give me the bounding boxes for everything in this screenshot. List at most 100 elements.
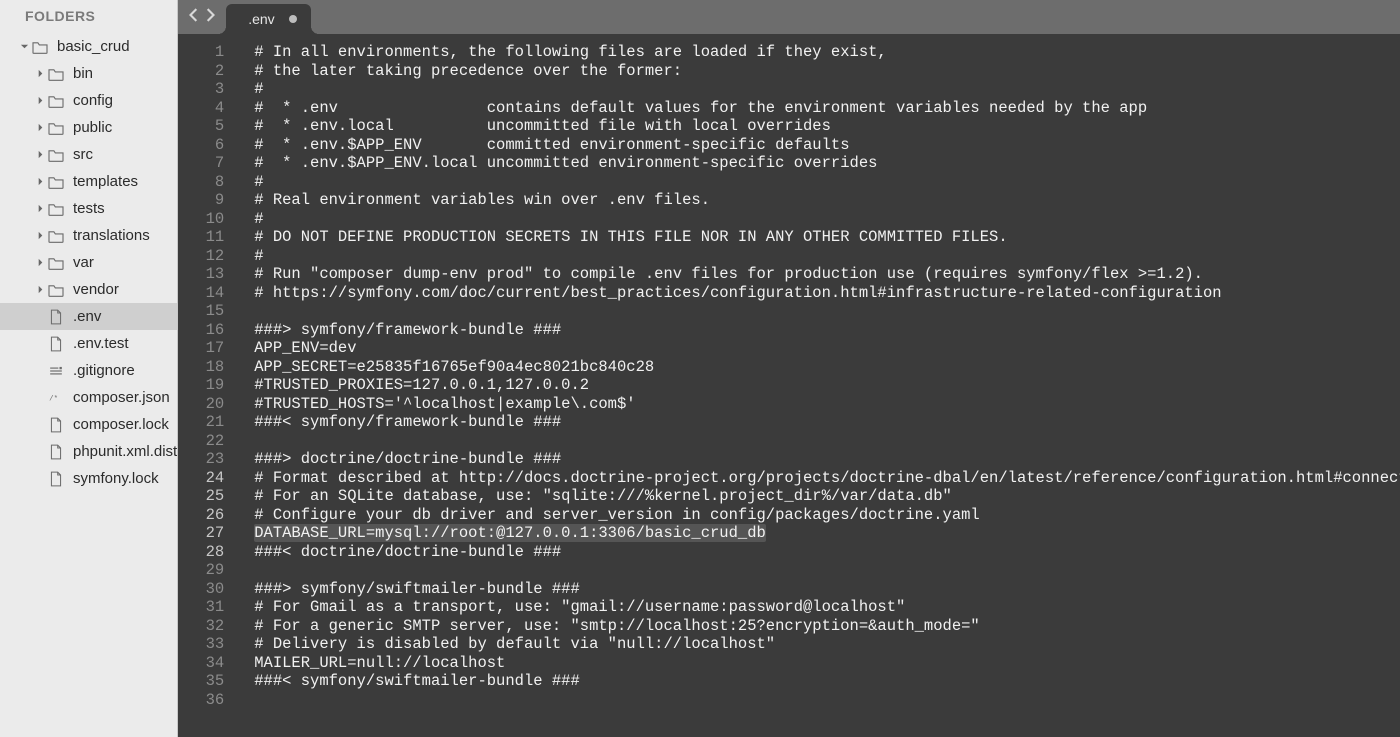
line-number: 18: [178, 358, 236, 377]
file-item-composer-json[interactable]: /*composer.json: [0, 384, 177, 411]
code-text: ###< doctrine/doctrine-bundle ###: [236, 543, 1400, 562]
disclosure-icon: [34, 311, 46, 323]
svg-text:/*: /*: [49, 395, 58, 403]
code-line[interactable]: 26# Configure your db driver and server_…: [178, 506, 1400, 525]
code-line[interactable]: 34MAILER_URL=null://localhost: [178, 654, 1400, 673]
code-line[interactable]: 3#: [178, 80, 1400, 99]
code-line[interactable]: 6# * .env.$APP_ENV committed environment…: [178, 136, 1400, 155]
code-text: DATABASE_URL=mysql://root:@127.0.0.1:330…: [236, 524, 1400, 543]
line-number: 36: [178, 691, 236, 710]
line-number: 27: [178, 524, 236, 543]
line-number: 31: [178, 598, 236, 617]
code-line[interactable]: 14# https://symfony.com/doc/current/best…: [178, 284, 1400, 303]
line-number: 20: [178, 395, 236, 414]
code-line[interactable]: 22: [178, 432, 1400, 451]
code-line[interactable]: 33# Delivery is disabled by default via …: [178, 635, 1400, 654]
code-line[interactable]: 32# For a generic SMTP server, use: "smt…: [178, 617, 1400, 636]
code-text: ###> symfony/framework-bundle ###: [236, 321, 1400, 340]
file-icon: [47, 309, 65, 325]
code-text: # * .env.local uncommitted file with loc…: [236, 117, 1400, 136]
code-line[interactable]: 10#: [178, 210, 1400, 229]
file-item-symfony-lock[interactable]: symfony.lock: [0, 465, 177, 492]
code-line[interactable]: 36: [178, 691, 1400, 710]
code-line[interactable]: 30###> symfony/swiftmailer-bundle ###: [178, 580, 1400, 599]
line-number: 4: [178, 99, 236, 118]
disclosure-icon: [34, 365, 46, 377]
folder-item-bin[interactable]: bin: [0, 60, 177, 87]
code-line[interactable]: 11# DO NOT DEFINE PRODUCTION SECRETS IN …: [178, 228, 1400, 247]
code-line[interactable]: 8#: [178, 173, 1400, 192]
file-item--env[interactable]: .env: [0, 303, 177, 330]
code-line[interactable]: 19#TRUSTED_PROXIES=127.0.0.1,127.0.0.2: [178, 376, 1400, 395]
folder-item-templates[interactable]: templates: [0, 168, 177, 195]
disclosure-icon[interactable]: [34, 68, 46, 80]
disclosure-icon[interactable]: [34, 149, 46, 161]
folder-item-src[interactable]: src: [0, 141, 177, 168]
code-editor[interactable]: 1# In all environments, the following fi…: [178, 34, 1400, 737]
disclosure-icon[interactable]: [34, 284, 46, 296]
code-text: # Format described at http://docs.doctri…: [236, 469, 1400, 488]
file-item-phpunit-xml-dist[interactable]: phpunit.xml.dist: [0, 438, 177, 465]
code-line[interactable]: 4# * .env contains default values for th…: [178, 99, 1400, 118]
line-number: 30: [178, 580, 236, 599]
disclosure-icon[interactable]: [34, 122, 46, 134]
code-line[interactable]: 35###< symfony/swiftmailer-bundle ###: [178, 672, 1400, 691]
line-number: 13: [178, 265, 236, 284]
disclosure-icon[interactable]: [34, 95, 46, 107]
folder-item-tests[interactable]: tests: [0, 195, 177, 222]
code-line[interactable]: 31# For Gmail as a transport, use: "gmai…: [178, 598, 1400, 617]
code-line[interactable]: 2# the later taking precedence over the …: [178, 62, 1400, 81]
line-number: 5: [178, 117, 236, 136]
code-line[interactable]: 12#: [178, 247, 1400, 266]
disclosure-icon[interactable]: [18, 41, 30, 53]
code-line[interactable]: 17APP_ENV=dev: [178, 339, 1400, 358]
code-line[interactable]: 27DATABASE_URL=mysql://root:@127.0.0.1:3…: [178, 524, 1400, 543]
code-line[interactable]: 25# For an SQLite database, use: "sqlite…: [178, 487, 1400, 506]
disclosure-icon[interactable]: [34, 230, 46, 242]
folder-item-vendor[interactable]: vendor: [0, 276, 177, 303]
code-text: APP_ENV=dev: [236, 339, 1400, 358]
nav-back-icon[interactable]: [188, 8, 200, 27]
code-line[interactable]: 1# In all environments, the following fi…: [178, 34, 1400, 62]
tab-env[interactable]: .env: [226, 4, 310, 34]
code-line[interactable]: 16###> symfony/framework-bundle ###: [178, 321, 1400, 340]
file-item--gitignore[interactable]: .gitignore: [0, 357, 177, 384]
folder-icon: [47, 255, 65, 271]
code-line[interactable]: 28###< doctrine/doctrine-bundle ###: [178, 543, 1400, 562]
line-number: 32: [178, 617, 236, 636]
code-line[interactable]: 21###< symfony/framework-bundle ###: [178, 413, 1400, 432]
code-text: #: [236, 173, 1400, 192]
code-text: # the later taking precedence over the f…: [236, 62, 1400, 81]
folder-item-var[interactable]: var: [0, 249, 177, 276]
file-item-composer-lock[interactable]: composer.lock: [0, 411, 177, 438]
code-line[interactable]: 13# Run "composer dump-env prod" to comp…: [178, 265, 1400, 284]
code-line[interactable]: 20#TRUSTED_HOSTS='^localhost|example\.co…: [178, 395, 1400, 414]
disclosure-icon[interactable]: [34, 257, 46, 269]
code-text: # Run "composer dump-env prod" to compil…: [236, 265, 1400, 284]
folder-item-translations[interactable]: translations: [0, 222, 177, 249]
folder-item-config[interactable]: config: [0, 87, 177, 114]
line-number: 24: [178, 469, 236, 488]
code-line[interactable]: 7# * .env.$APP_ENV.local uncommitted env…: [178, 154, 1400, 173]
code-text: ###> doctrine/doctrine-bundle ###: [236, 450, 1400, 469]
file-icon: [47, 417, 65, 433]
disclosure-icon: [34, 419, 46, 431]
line-number: 25: [178, 487, 236, 506]
code-line[interactable]: 23###> doctrine/doctrine-bundle ###: [178, 450, 1400, 469]
code-line[interactable]: 5# * .env.local uncommitted file with lo…: [178, 117, 1400, 136]
folder-icon: [47, 93, 65, 109]
code-line[interactable]: 15: [178, 302, 1400, 321]
file-item--env-test[interactable]: .env.test: [0, 330, 177, 357]
code-text: ###< symfony/framework-bundle ###: [236, 413, 1400, 432]
code-line[interactable]: 9# Real environment variables win over .…: [178, 191, 1400, 210]
folder-item-public[interactable]: public: [0, 114, 177, 141]
nav-forward-icon[interactable]: [204, 8, 216, 27]
folder-item-basic-crud[interactable]: basic_crud: [0, 33, 177, 60]
code-line[interactable]: 18APP_SECRET=e25835f16765ef90a4ec8021bc8…: [178, 358, 1400, 377]
tree-item-label: basic_crud: [57, 38, 130, 55]
disclosure-icon[interactable]: [34, 176, 46, 188]
code-line[interactable]: 29: [178, 561, 1400, 580]
code-line[interactable]: 24# Format described at http://docs.doct…: [178, 469, 1400, 488]
disclosure-icon[interactable]: [34, 203, 46, 215]
tree-item-label: phpunit.xml.dist: [73, 443, 177, 460]
